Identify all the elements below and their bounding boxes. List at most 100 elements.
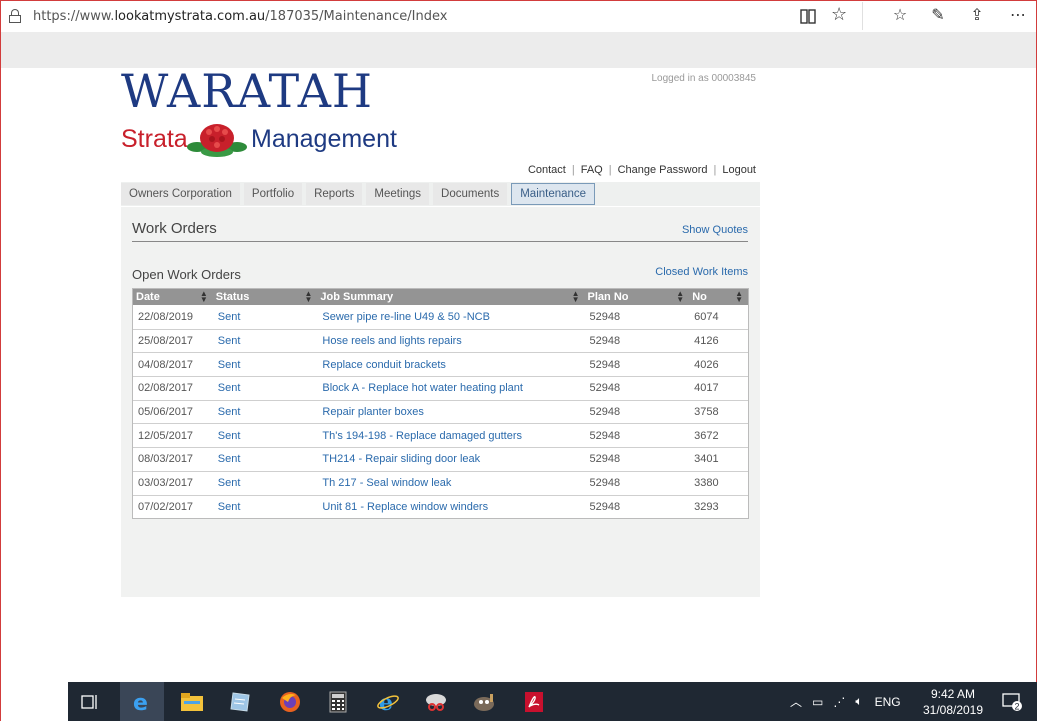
table-row[interactable]: 04/08/2017 Sent Replace conduit brackets 52… (133, 352, 748, 376)
snipping-tool-icon[interactable] (414, 682, 458, 721)
cell-job-summary[interactable]: Th 217 - Seal window leak (317, 477, 584, 489)
tab-documents[interactable]: Documents (433, 183, 508, 205)
column-header-status[interactable]: Status ▲ ▼ (213, 289, 318, 305)
sort-icon[interactable]: ▲ ▼ (676, 290, 684, 304)
clock[interactable]: 9:42 AM 31/08/2019 (920, 686, 986, 718)
column-header-no[interactable]: No ▲ ▼ (689, 289, 748, 305)
cell-job-summary[interactable]: Th's 194-198 - Replace damaged gutters (317, 430, 584, 442)
cell-job-summary[interactable]: TH214 - Repair sliding door leak (317, 453, 584, 465)
cell-job-summary[interactable]: Unit 81 - Replace window winders (317, 501, 584, 513)
favorites-list-icon[interactable]: ☆ (891, 6, 909, 24)
logo-strata[interactable]: Strata (121, 125, 188, 154)
favorite-star-icon[interactable]: ☆ (831, 6, 847, 24)
tab-reports[interactable]: Reports (306, 183, 363, 205)
browser-window: https://www.lookatmystrata.com.au/187035… (0, 0, 1037, 682)
cell-plan-no: 52948 (589, 310, 621, 323)
firefox-icon[interactable] (268, 682, 312, 721)
table-row[interactable]: 07/02/2017 Sent Unit 81 - Replace window w… (133, 494, 748, 519)
language-indicator[interactable]: ENG (875, 695, 901, 709)
svg-text:e: e (133, 691, 148, 714)
favorites-bar (1, 32, 1036, 68)
cell-job-summary[interactable]: Sewer pipe re-line U49 & 50 -NCB (317, 311, 584, 323)
cell-status[interactable]: Sent (213, 501, 318, 513)
sort-icon[interactable]: ▲ ▼ (304, 290, 312, 304)
table-body: 22/08/2019 Sent Sewer pipe re-line U49 & 5… (133, 305, 748, 518)
file-explorer-icon[interactable] (170, 682, 214, 721)
cell-plan-no: 52948 (589, 406, 621, 419)
edge-browser-icon[interactable]: e (120, 682, 164, 721)
tab-meetings[interactable]: Meetings (366, 183, 430, 205)
cell-status[interactable]: Sent (213, 430, 318, 442)
calculator-icon[interactable] (316, 682, 360, 721)
closed-work-items-link[interactable]: Closed Work Items (655, 266, 748, 278)
cell-job-summary[interactable]: Repair planter boxes (317, 406, 584, 418)
acrobat-reader-icon[interactable] (512, 682, 556, 721)
tab-owners-corporation[interactable]: Owners Corporation (121, 183, 240, 205)
gimp-icon[interactable] (462, 682, 506, 721)
cell-date: 04/08/2017 (138, 358, 194, 371)
more-icon[interactable]: ⋯ (1009, 6, 1027, 24)
table-row[interactable]: 22/08/2019 Sent Sewer pipe re-line U49 & 5… (133, 305, 748, 329)
sort-icon[interactable]: ▲ ▼ (200, 290, 208, 304)
cell-no: 3293 (694, 500, 719, 513)
cell-status[interactable]: Sent (213, 335, 318, 347)
tab-portfolio[interactable]: Portfolio (243, 183, 303, 205)
share-icon[interactable]: ⇪ (968, 6, 986, 24)
internet-explorer-icon[interactable]: e (366, 682, 410, 721)
task-view-icon[interactable] (68, 682, 112, 721)
cell-status[interactable]: Sent (213, 453, 318, 465)
logo-management[interactable]: Management (251, 125, 397, 154)
table-row[interactable]: 05/06/2017 Sent Repair planter boxes 52948 3… (133, 399, 748, 424)
faq-link[interactable]: FAQ (581, 164, 603, 176)
notifications-icon[interactable]: 2 (993, 682, 1033, 721)
notepad-app-icon[interactable] (218, 682, 262, 721)
sort-icon[interactable]: ▲ ▼ (735, 290, 743, 304)
tab-maintenance[interactable]: Maintenance (511, 183, 596, 205)
logo-waratah[interactable]: WARATAH (121, 68, 373, 114)
volume-icon[interactable]: 🔈︎ (855, 694, 862, 709)
cell-date: 03/03/2017 (138, 477, 194, 490)
table-row[interactable]: 08/03/2017 Sent TH214 - Repair sliding doo… (133, 447, 748, 471)
show-quotes-link[interactable]: Show Quotes (682, 224, 748, 236)
table-row[interactable]: 12/05/2017 Sent Th's 194-198 - Replace dam… (133, 423, 748, 447)
url-field[interactable]: https://www.lookatmystrata.com.au/187035… (1, 2, 863, 30)
address-bar: https://www.lookatmystrata.com.au/187035… (1, 1, 1036, 32)
column-header-job-summary[interactable]: Job Summary ▲ ▼ (317, 289, 584, 305)
wifi-icon[interactable]: ⋰ (833, 695, 845, 709)
page-content: WARATAH Strata Management Logged in as 0… (1, 68, 1036, 682)
logout-link[interactable]: Logout (722, 164, 756, 176)
cell-status[interactable]: Sent (213, 382, 318, 394)
start-area (0, 682, 68, 721)
change-password-link[interactable]: Change Password (618, 164, 708, 176)
contact-link[interactable]: Contact (528, 164, 566, 176)
waratah-flower-logo-icon[interactable] (187, 120, 247, 158)
table-row[interactable]: 03/03/2017 Sent Th 217 - Seal window leak 5… (133, 470, 748, 495)
table-row[interactable]: 25/08/2017 Sent Hose reels and lights repa… (133, 328, 748, 353)
url-text[interactable]: https://www.lookatmystrata.com.au/187035… (33, 9, 447, 24)
cell-status[interactable]: Sent (213, 477, 318, 489)
cell-status[interactable]: Sent (213, 406, 318, 418)
work-orders-table: Date ▲ ▼ Status ▲ ▼ Job Summary ▲ ▼ Plan No ▲ ▼ … (132, 288, 749, 520)
lock-icon[interactable] (9, 9, 21, 23)
chevron-up-icon[interactable]: ︿ (790, 693, 802, 710)
clock-date: 31/08/2019 (922, 703, 984, 717)
sort-icon[interactable]: ▲ ▼ (572, 290, 580, 304)
cell-no: 3672 (694, 429, 719, 442)
cell-plan-no: 52948 (589, 477, 621, 490)
svg-text:2: 2 (1015, 701, 1020, 711)
cell-job-summary[interactable]: Replace conduit brackets (317, 359, 584, 371)
column-header-date[interactable]: Date ▲ ▼ (133, 289, 213, 305)
cell-status[interactable]: Sent (213, 311, 318, 323)
cell-status[interactable]: Sent (213, 359, 318, 371)
column-header-plan-no[interactable]: Plan No ▲ ▼ (585, 289, 690, 305)
pen-notes-icon[interactable]: ✎ (929, 6, 947, 24)
clock-time: 9:42 AM (930, 687, 976, 701)
battery-icon[interactable]: ▭ (812, 695, 823, 709)
cell-no: 3401 (694, 453, 719, 466)
cell-job-summary[interactable]: Hose reels and lights repairs (317, 335, 584, 347)
cell-job-summary[interactable]: Block A - Replace hot water heating plan… (317, 382, 584, 394)
table-row[interactable]: 02/08/2017 Sent Block A - Replace hot wate… (133, 376, 748, 400)
cell-plan-no: 52948 (589, 335, 621, 348)
cell-plan-no: 52948 (589, 429, 621, 442)
reading-view-icon[interactable] (800, 9, 816, 24)
